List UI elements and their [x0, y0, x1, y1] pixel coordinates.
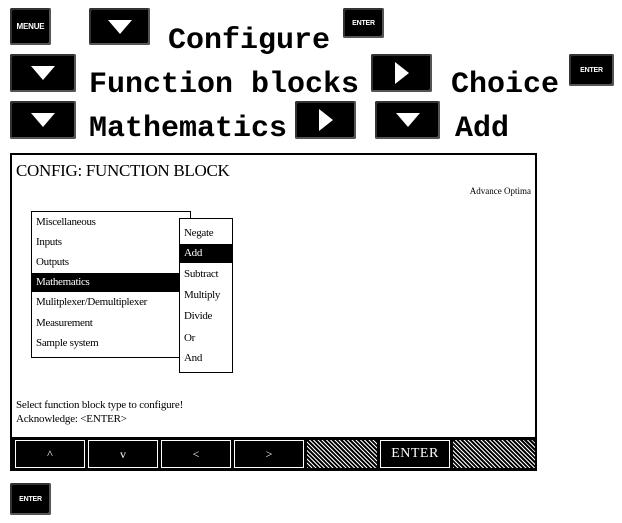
panel-subtitle: Advance Optima	[469, 186, 531, 196]
enter-key-label: ENTER	[352, 19, 375, 27]
submenu-item-subtract[interactable]: Subtract	[180, 265, 232, 284]
softkey-up[interactable]: ^	[15, 440, 85, 468]
instruction-add: Add	[455, 112, 510, 146]
enter-key[interactable]: ENTER	[343, 8, 384, 38]
right-arrow-key[interactable]	[295, 101, 356, 139]
menue-key-label: MENUE	[16, 22, 45, 31]
submenu-item-negate[interactable]: Negate	[180, 224, 232, 243]
config-panel: CONFIG: FUNCTION BLOCK Advance Optima Mi…	[10, 153, 537, 471]
panel-title: CONFIG: FUNCTION BLOCK	[16, 161, 230, 180]
acknowledge-hint: Acknowledge: <ENTER>	[16, 413, 127, 425]
enter-key[interactable]: ENTER	[569, 54, 614, 86]
mathematics-submenu: Negate Add Subtract Multiply Divide Or A…	[179, 218, 233, 373]
menu-item-mathematics[interactable]: Mathematics	[32, 273, 190, 292]
menu-item-multiplexer[interactable]: Mulitplexer/Demultiplexer	[32, 293, 190, 312]
instruction-configure: Configure	[168, 24, 331, 58]
instruction-function-blocks: Function blocks	[89, 68, 360, 102]
menu-item-measurement[interactable]: Measurement	[32, 314, 190, 333]
submenu-item-multiply[interactable]: Multiply	[180, 286, 232, 305]
submenu-item-add[interactable]: Add	[180, 244, 232, 263]
menu-item-miscellaneous[interactable]: Miscellaneous	[32, 213, 190, 232]
menu-item-sample-system[interactable]: Sample system	[32, 334, 190, 353]
triangle-down-icon	[395, 113, 420, 127]
softkey-down[interactable]: v	[88, 440, 158, 468]
softkey-bar: ^ v < > ENTER	[12, 437, 535, 469]
submenu-item-divide[interactable]: Divide	[180, 307, 232, 326]
down-arrow-key[interactable]	[375, 101, 440, 139]
down-arrow-key[interactable]	[10, 54, 76, 92]
menu-item-inputs[interactable]: Inputs	[32, 233, 190, 252]
instruction-choice: Choice	[451, 68, 560, 102]
triangle-right-icon	[318, 109, 333, 131]
submenu-item-or[interactable]: Or	[180, 329, 232, 348]
enter-key-label: ENTER	[580, 66, 603, 74]
softkey-right[interactable]: >	[234, 440, 304, 468]
submenu-item-and[interactable]: And	[180, 349, 232, 368]
enter-key[interactable]: ENTER	[10, 483, 51, 515]
right-arrow-key[interactable]	[371, 54, 432, 92]
softkey-left[interactable]: <	[161, 440, 231, 468]
triangle-down-icon	[31, 113, 55, 127]
instruction-mathematics: Mathematics	[89, 112, 288, 146]
down-arrow-key[interactable]	[89, 8, 150, 45]
menu-item-outputs[interactable]: Outputs	[32, 253, 190, 272]
status-message: Select function block type to configure!	[16, 399, 184, 411]
softkey-blank	[453, 440, 535, 468]
softkey-enter[interactable]: ENTER	[380, 440, 450, 468]
triangle-right-icon	[394, 62, 409, 84]
down-arrow-key[interactable]	[10, 101, 76, 139]
function-block-type-menu: Miscellaneous Inputs Outputs Mathematics…	[31, 211, 191, 358]
menue-key[interactable]: MENUE	[10, 8, 51, 45]
triangle-down-icon	[107, 19, 132, 34]
triangle-down-icon	[31, 66, 55, 80]
softkey-blank	[307, 440, 377, 468]
enter-key-label: ENTER	[19, 495, 42, 503]
